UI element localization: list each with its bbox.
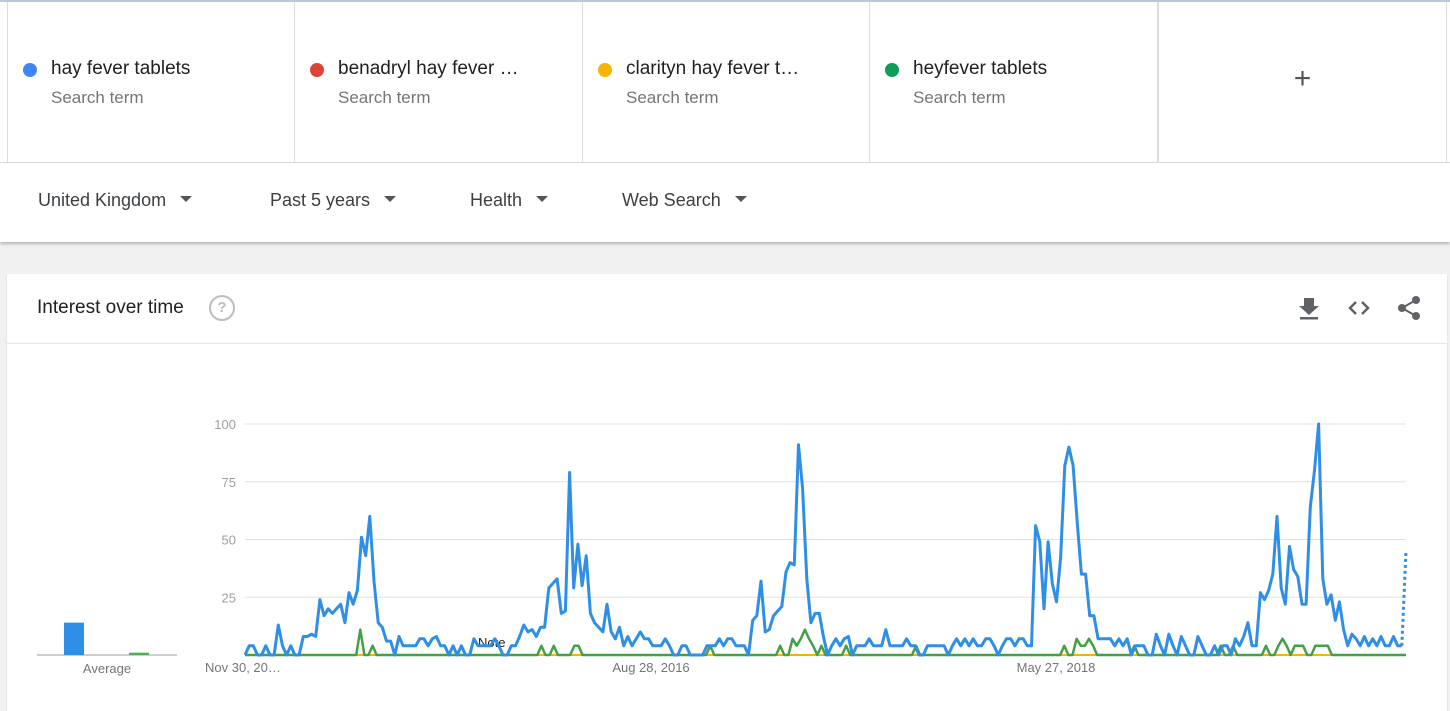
y-tick-label: 75 xyxy=(222,475,236,490)
y-tick-label: 100 xyxy=(214,417,236,432)
x-tick-label: May 27, 2018 xyxy=(1017,660,1096,675)
series-line-partial-segment xyxy=(1400,550,1408,646)
average-bar xyxy=(129,652,149,655)
average-bar xyxy=(64,622,84,655)
y-tick-label: 50 xyxy=(222,533,236,548)
x-tick-label: Nov 30, 20… xyxy=(205,660,281,675)
x-tick-label: Aug 28, 2016 xyxy=(612,660,689,675)
average-label: Average xyxy=(83,661,131,676)
interest-chart: 100 75 50 25 Nov 30, 20… Aug 28, 2016 May 27, … xyxy=(37,417,1408,676)
y-tick-label: 25 xyxy=(222,590,236,605)
